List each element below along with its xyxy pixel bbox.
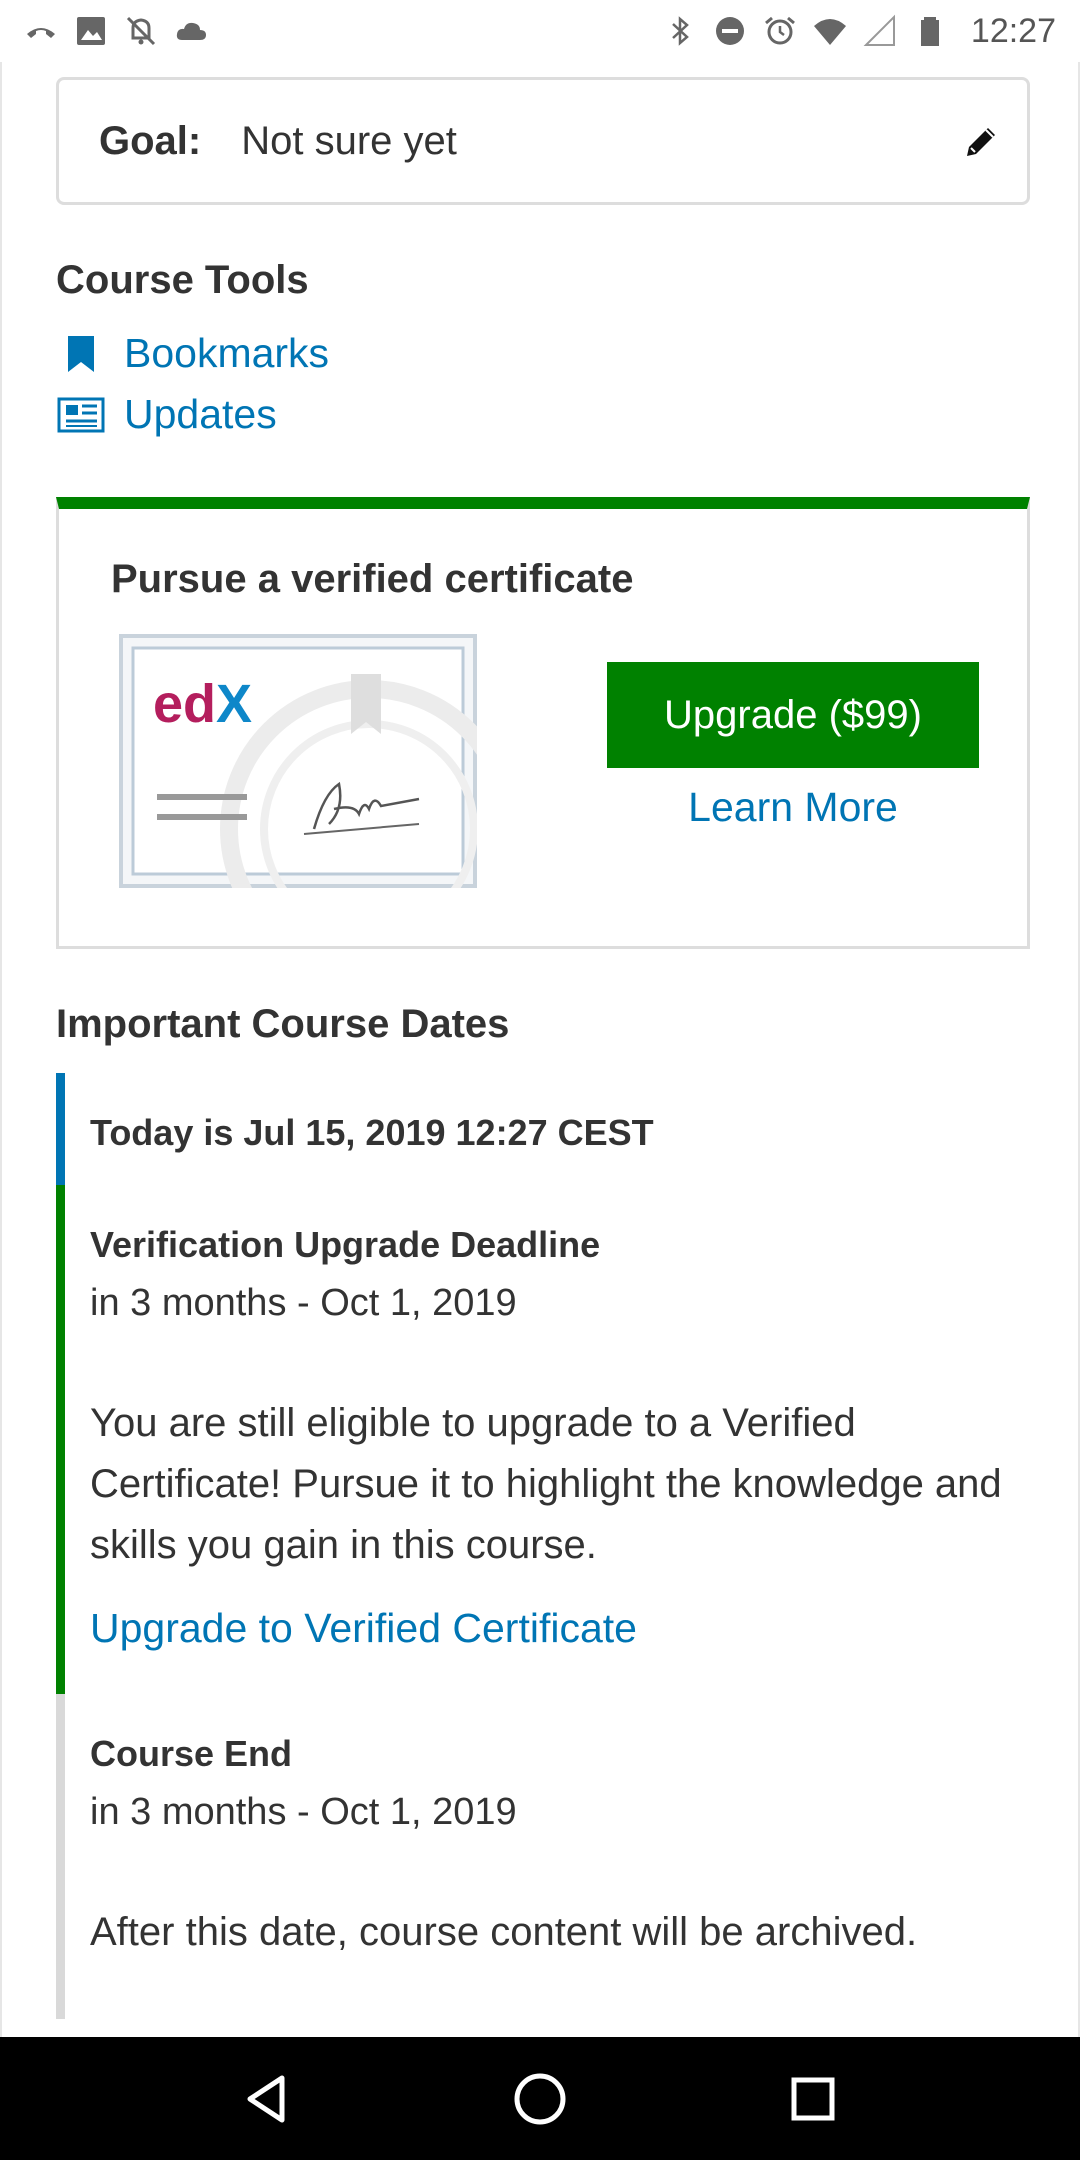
verification-deadline-description: You are still eligible to upgrade to a V…	[90, 1401, 1002, 1567]
updates-link[interactable]: Updates	[56, 391, 277, 438]
bluetooth-icon	[672, 16, 689, 46]
newspaper-icon	[57, 397, 105, 432]
course-end-date: in 3 months - Oct 1, 2019	[90, 1791, 517, 1833]
back-button[interactable]	[232, 2064, 302, 2134]
back-icon	[247, 2075, 285, 2122]
status-bar-left	[24, 14, 208, 48]
status-time: 12:27	[970, 11, 1056, 50]
goal-value: Not sure yet	[241, 118, 457, 163]
updates-label: Updates	[124, 391, 277, 437]
recents-button[interactable]	[778, 2064, 848, 2134]
navigation-bar	[0, 2037, 1080, 2160]
upgrade-to-verified-link[interactable]: Upgrade to Verified Certificate	[90, 1600, 1030, 1656]
alarm-icon	[764, 16, 795, 45]
important-dates-list: Today is Jul 15, 2019 12:27 CEST Verific…	[56, 1073, 1030, 2019]
goal-label: Goal:	[99, 118, 202, 163]
bookmarks-label: Bookmarks	[124, 330, 330, 376]
battery-icon	[920, 17, 939, 46]
wifi-icon	[813, 19, 846, 45]
status-bar: 12:27	[0, 0, 1080, 62]
date-item-verification-deadline: Verification Upgrade Deadline in 3 month…	[56, 1185, 1030, 1694]
important-dates-title: Important Course Dates	[56, 1002, 510, 1046]
verification-deadline-title: Verification Upgrade Deadline	[90, 1224, 601, 1265]
bookmark-icon	[68, 335, 94, 372]
course-home-content[interactable]: Goal: Not sure yet Course Tools Bookmark…	[0, 62, 1080, 2037]
verified-certificate-box: Pursue a verified certificate edX Upgrad…	[56, 497, 1030, 949]
edx-logo: edX	[153, 674, 252, 734]
notifications-off-icon	[126, 16, 156, 46]
upgrade-button[interactable]: Upgrade ($99)	[607, 662, 979, 768]
learn-more-link[interactable]: Learn More	[607, 784, 979, 831]
date-item-course-end: Course End in 3 months - Oct 1, 2019 Aft…	[56, 1694, 1030, 2019]
certificate-image: edX	[119, 634, 477, 888]
today-date: Today is Jul 15, 2019 12:27 CEST	[90, 1112, 654, 1153]
goal-box: Goal: Not sure yet	[56, 77, 1030, 205]
pencil-icon[interactable]	[961, 122, 1001, 162]
certificate-title: Pursue a verified certificate	[111, 557, 634, 601]
course-end-title: Course End	[90, 1733, 293, 1774]
date-item-today: Today is Jul 15, 2019 12:27 CEST	[56, 1073, 1030, 1185]
home-icon	[514, 2073, 566, 2124]
home-button[interactable]	[505, 2064, 575, 2134]
course-tools-title: Course Tools	[56, 258, 309, 302]
recents-icon	[791, 2077, 835, 2120]
verification-deadline-date: in 3 months - Oct 1, 2019	[90, 1282, 517, 1324]
image-icon	[77, 17, 105, 45]
signal-icon	[863, 14, 895, 46]
phone-missed-icon	[27, 28, 55, 38]
course-end-description: After this date, course content will be …	[90, 1910, 918, 1954]
bookmarks-link[interactable]: Bookmarks	[56, 330, 329, 377]
status-bar-right: 12:27	[663, 12, 1056, 51]
cloud-icon	[176, 22, 206, 40]
do-not-disturb-icon	[715, 17, 744, 45]
